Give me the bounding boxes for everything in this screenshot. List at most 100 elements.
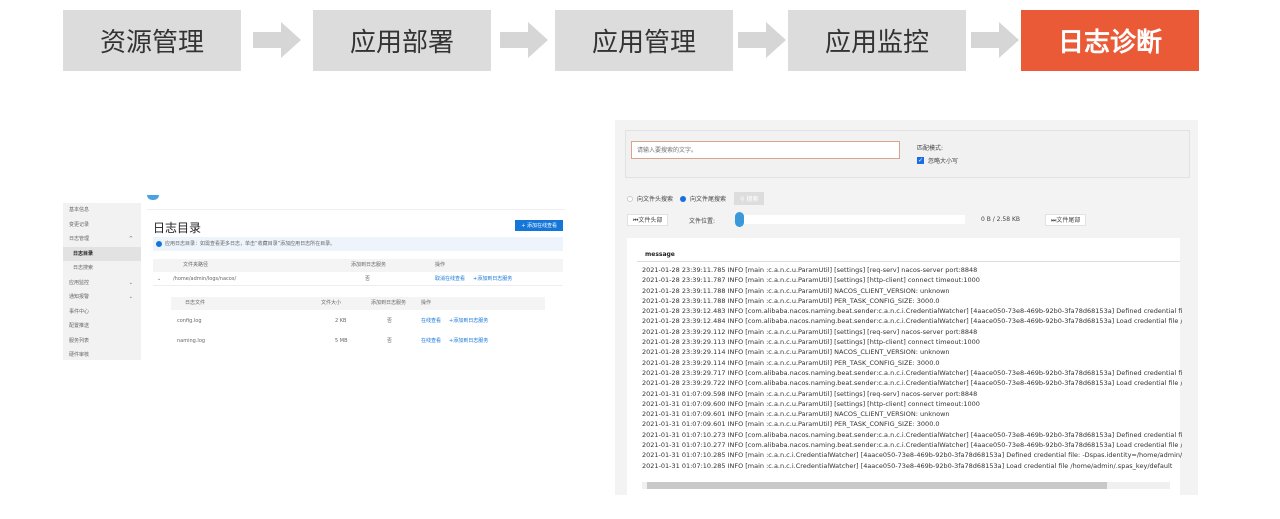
log-line: 2021-01-28 23:39:11.787 INFO [main :c.a.… bbox=[642, 276, 980, 285]
log-line: 2021-01-28 23:39:29.112 INFO [main :c.a.… bbox=[642, 327, 978, 336]
log-line: 2021-01-28 23:39:29.717 INFO [com.alibab… bbox=[642, 368, 1182, 377]
sidebar-item[interactable]: 事件中心 bbox=[63, 305, 141, 320]
log-line: 2021-01-28 23:39:11.785 INFO [main :c.a.… bbox=[642, 266, 978, 274]
online-view-link[interactable]: 在线查看 bbox=[421, 315, 441, 328]
add-to-log-service-link[interactable]: +添加到日志服务 bbox=[473, 273, 512, 286]
col-header: 操作 bbox=[435, 262, 446, 268]
log-line: 2021-01-28 23:39:29.114 INFO [main :c.a.… bbox=[642, 358, 940, 367]
sidebar-item[interactable]: 配置推送 bbox=[63, 319, 141, 334]
file-tail-button[interactable]: ⏭文件尾部 bbox=[1045, 214, 1087, 226]
log-table: message 2021-01-28 23:39:11.785 INFO [ma… bbox=[627, 238, 1182, 495]
sidebar-item-label: 应用监控 bbox=[69, 279, 90, 286]
radio-head[interactable] bbox=[627, 195, 633, 202]
cancel-online-view-link[interactable]: 取消在线查看 bbox=[435, 273, 465, 286]
folder-path: /home/admin/logs/nacos/ bbox=[173, 276, 237, 282]
add-to-log-service-link[interactable]: +添加到日志服务 bbox=[449, 335, 488, 348]
col-header: 文件夹路径 bbox=[183, 262, 209, 268]
log-line: 2021-01-28 23:39:12.484 INFO [com.alibab… bbox=[642, 317, 1182, 326]
added-value: 否 bbox=[365, 276, 371, 282]
scrollbar-thumb[interactable] bbox=[647, 482, 1107, 489]
step-3: 应用管理 bbox=[555, 10, 733, 71]
sidebar-item[interactable]: 基本信息 bbox=[63, 203, 141, 218]
chevron-down-icon: ⌄ bbox=[128, 294, 133, 300]
step-5-active: 日志诊断 bbox=[1021, 10, 1199, 71]
checkbox-checked-icon[interactable]: ✓ bbox=[917, 157, 924, 164]
file-size: 5 MB bbox=[335, 338, 348, 344]
position-text: 0 B / 2.58 KB bbox=[981, 216, 1020, 223]
file-position-label: 文件位置: bbox=[689, 218, 716, 225]
match-mode-label: 匹配模式: bbox=[917, 145, 944, 152]
ignore-case-checkbox[interactable]: ✓ 忽略大小写 bbox=[917, 156, 958, 165]
log-lines: 2021-01-28 23:39:11.785 INFO [main :c.a.… bbox=[642, 265, 1182, 471]
logo-icon bbox=[147, 195, 159, 200]
slider-thumb[interactable] bbox=[735, 212, 744, 227]
step-4: 应用监控 bbox=[788, 10, 966, 71]
sidebar: 基本信息变更记录日志管理 ^ 日志目录日志搜索应用监控 ⌄ 通知报警 ⌄ 事件中心配置推送服… bbox=[63, 203, 141, 360]
sidebar-item-label: 硬件审核 bbox=[69, 352, 90, 358]
sidebar-item[interactable]: 日志管理 ^ bbox=[63, 232, 141, 247]
add-to-log-service-link[interactable]: +添加到日志服务 bbox=[449, 315, 488, 328]
log-line: 2021-01-31 01:07:09.600 INFO [main :c.a.… bbox=[642, 399, 980, 408]
horizontal-scrollbar[interactable] bbox=[642, 482, 1170, 489]
sidebar-item[interactable]: 变更记录 bbox=[63, 218, 141, 233]
sidebar-item-label: 服务列表 bbox=[69, 337, 90, 344]
radio-tail-selected[interactable] bbox=[680, 195, 687, 202]
file-head-label: 文件头部 bbox=[638, 217, 663, 224]
add-online-view-button[interactable]: + 添加在线查看 bbox=[515, 220, 563, 231]
log-line: 2021-01-31 01:07:09.598 INFO [main :c.a.… bbox=[642, 389, 978, 398]
log-line: 2021-01-28 23:39:29.113 INFO [main :c.a.… bbox=[642, 338, 980, 347]
divider bbox=[147, 209, 565, 210]
sidebar-item-label: 事件中心 bbox=[69, 308, 90, 315]
column-header-message: message bbox=[645, 251, 675, 258]
sidebar-item[interactable]: 日志搜索 bbox=[63, 261, 141, 276]
info-text: 应用日志目录：如需查看更多日志，单击“收藏目录”添加应用日志所在目录。 bbox=[165, 241, 336, 247]
file-head-button[interactable]: ⏮文件头部 bbox=[627, 214, 669, 226]
log-line: 2021-01-31 01:07:09.601 INFO [main :c.a.… bbox=[642, 410, 950, 419]
radio-tail-label[interactable]: 向文件尾搜索 bbox=[690, 194, 726, 203]
table-row: config.log 2 KB 否 在线查看 +添加到日志服务 bbox=[171, 315, 545, 328]
chevron-up-icon: ^ bbox=[128, 236, 133, 242]
sidebar-item[interactable]: 硬件审核 bbox=[63, 348, 141, 363]
step-2: 应用部署 bbox=[313, 10, 491, 71]
col-header: 文件大小 bbox=[321, 300, 342, 306]
log-line: 2021-01-28 23:39:29.722 INFO [com.alibab… bbox=[642, 379, 1182, 388]
file-tail-label: 文件尾部 bbox=[1056, 217, 1081, 224]
divider bbox=[637, 261, 1180, 262]
sub-table-header: 日志文件 文件大小 添加到日志服务 操作 bbox=[171, 297, 545, 310]
sidebar-item[interactable]: 日志目录 bbox=[63, 246, 141, 261]
table-row: naming.log 5 MB 否 在线查看 +添加到日志服务 bbox=[171, 335, 545, 348]
sidebar-item-label: 基本信息 bbox=[69, 207, 90, 213]
search-button[interactable]: ⚲ 搜索 bbox=[734, 192, 765, 205]
log-line: 2021-01-31 01:07:09.601 INFO [main :c.a.… bbox=[642, 420, 940, 429]
sidebar-item[interactable]: 服务列表 bbox=[63, 334, 141, 349]
file-position-slider[interactable] bbox=[735, 212, 965, 227]
sidebar-item[interactable]: 通知报警 ⌄ bbox=[63, 290, 141, 305]
log-line: 2021-01-31 01:07:10.277 INFO [com.alibab… bbox=[642, 441, 1182, 450]
table-row: ⌄ /home/admin/logs/nacos/ 否 取消在线查看 +添加到日… bbox=[153, 273, 563, 286]
info-banner: 应用日志目录：如需查看更多日志，单击“收藏目录”添加应用日志所在目录。 bbox=[153, 237, 563, 251]
search-input[interactable] bbox=[631, 141, 900, 159]
chevron-down-icon[interactable]: ⌄ bbox=[157, 273, 161, 286]
log-line: 2021-01-28 23:39:11.788 INFO [main :c.a.… bbox=[642, 286, 950, 295]
sidebar-item-label: 日志管理 bbox=[69, 236, 90, 242]
log-line: 2021-01-31 01:07:10.285 INFO [main :c.a.… bbox=[642, 461, 1173, 470]
chevron-down-icon: ⌄ bbox=[128, 279, 133, 286]
page-title: 日志目录 bbox=[153, 221, 202, 235]
info-icon bbox=[156, 241, 162, 247]
sidebar-item[interactable]: 应用监控 ⌄ bbox=[63, 276, 141, 291]
online-view-link[interactable]: 在线查看 bbox=[421, 335, 441, 348]
sidebar-item-label: 通知报警 bbox=[69, 294, 90, 300]
sidebar-item-label: 变更记录 bbox=[69, 221, 90, 228]
log-line: 2021-01-28 23:39:11.788 INFO [main :c.a.… bbox=[642, 296, 940, 305]
log-line: 2021-01-28 23:39:29.114 INFO [main :c.a.… bbox=[642, 348, 950, 357]
radio-head-label[interactable]: 向文件头搜索 bbox=[637, 194, 673, 203]
table-header: 文件夹路径 添加到日志服务 操作 bbox=[153, 259, 563, 272]
file-size: 2 KB bbox=[335, 318, 347, 324]
sidebar-item-label: 配置推送 bbox=[69, 323, 90, 329]
search-button-label: 搜索 bbox=[746, 196, 759, 203]
sidebar-item-label: 日志搜索 bbox=[73, 265, 94, 271]
log-line: 2021-01-31 01:07:10.273 INFO [com.alibab… bbox=[642, 430, 1182, 439]
col-header: 操作 bbox=[421, 300, 432, 306]
ignore-case-label: 忽略大小写 bbox=[928, 158, 959, 165]
file-name: config.log bbox=[177, 318, 202, 324]
